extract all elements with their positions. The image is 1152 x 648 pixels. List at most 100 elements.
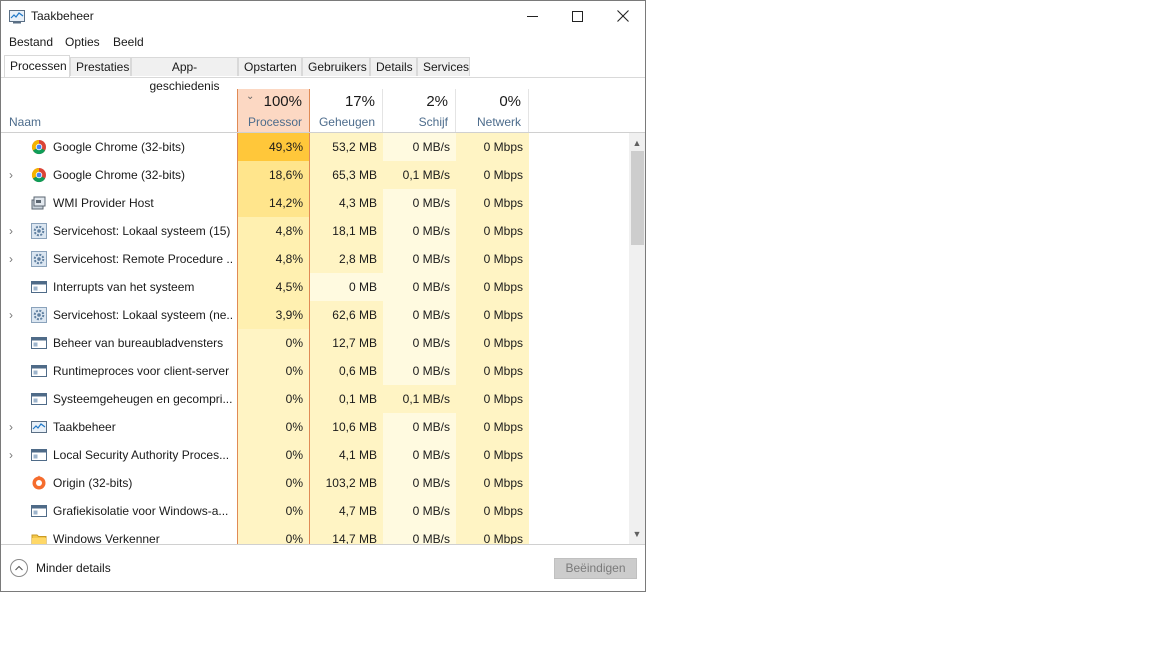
process-memory: 53,2 MB [310,133,383,161]
process-cpu: 0% [237,441,310,469]
process-cpu: 3,9% [237,301,310,329]
maximize-button[interactable] [555,1,600,31]
process-memory: 10,6 MB [310,413,383,441]
expand-chevron-icon[interactable]: › [9,161,13,189]
expand-chevron-icon[interactable]: › [9,245,13,273]
process-disk: 0 MB/s [383,245,456,273]
chrome-icon [31,167,46,183]
process-row[interactable]: › Servicehost: Remote Procedure ... 4,8% 2,… [1,245,629,273]
expand-chevron-icon[interactable]: › [9,413,13,441]
process-cpu: 49,3% [237,133,310,161]
menu-bestand[interactable]: Bestand [9,35,53,49]
column-header-memory[interactable]: 17% Geheugen [310,89,383,132]
process-cpu: 14,2% [237,189,310,217]
vertical-scrollbar[interactable]: ▲ ▼ [629,133,645,544]
gear-icon [31,307,47,323]
column-label-memory: Geheugen [318,115,375,129]
tab-prestaties[interactable]: Prestaties [70,57,131,76]
column-header-disk[interactable]: 2% Schijf [383,89,456,132]
scroll-up-icon[interactable]: ▲ [629,135,645,151]
process-name: Local Security Authority Proces... [53,448,230,462]
process-cpu: 0% [237,497,310,525]
collapse-details-icon[interactable] [10,559,28,577]
system-window-icon [31,505,47,517]
menu-beeld[interactable]: Beeld [113,35,144,49]
process-name: Google Chrome (32-bits) [53,140,186,154]
taskmanager-icon [31,421,47,433]
scrollbar-thumb[interactable] [631,151,644,245]
column-label-disk: Schijf [418,115,448,129]
cpu-total-percent: 100% [263,93,302,110]
wmi-icon [31,196,46,210]
process-cpu: 0% [237,413,310,441]
column-header-network[interactable]: 0% Netwerk [456,89,529,132]
expand-chevron-icon[interactable]: › [9,217,13,245]
process-network: 0 Mbps [456,301,529,329]
process-memory: 14,7 MB [310,525,383,544]
process-memory: 0 MB [310,273,383,301]
process-memory: 4,7 MB [310,497,383,525]
tab-details[interactable]: Details [370,57,417,76]
less-details-link[interactable]: Minder details [36,561,111,575]
column-label-cpu: Processor [247,115,302,129]
process-cpu: 0% [237,357,310,385]
process-cpu: 4,5% [237,273,310,301]
process-disk: 0,1 MB/s [383,385,456,413]
process-network: 0 Mbps [456,161,529,189]
process-row[interactable]: Grafiekisolatie voor Windows-a... 0% 4,7 M… [1,497,629,525]
tab-processen[interactable]: Processen [4,55,70,77]
process-network: 0 Mbps [456,385,529,413]
system-window-icon [31,393,47,405]
tab-opstarten[interactable]: Opstarten [238,57,302,76]
process-row[interactable]: WMI Provider Host 14,2% 4,3 MB 0 MB/s 0 Mbps [1,189,629,217]
process-disk: 0 MB/s [383,329,456,357]
process-memory: 103,2 MB [310,469,383,497]
menu-opties[interactable]: Opties [65,35,100,49]
process-row[interactable]: Google Chrome (32-bits) 49,3% 53,2 MB 0 MB/… [1,133,629,161]
process-row[interactable]: Systeemgeheugen en gecompri... 0% 0,1 MB 0,… [1,385,629,413]
process-cpu: 0% [237,525,310,544]
process-row[interactable]: Runtimeproces voor client-server 0% 0,6 MB… [1,357,629,385]
process-disk: 0 MB/s [383,441,456,469]
gear-icon [31,223,47,239]
column-label-name: Naam [9,115,42,129]
title-bar[interactable]: Taakbeheer [1,1,645,31]
process-disk: 0 MB/s [383,189,456,217]
process-memory: 2,8 MB [310,245,383,273]
expand-chevron-icon[interactable]: › [9,441,13,469]
folder-icon [31,534,47,544]
process-row[interactable]: › Google Chrome (32-bits) 18,6% 65,3 MB 0,1 … [1,161,629,189]
process-row[interactable]: Beheer van bureaubladvensters 0% 12,7 MB 0 … [1,329,629,357]
process-row[interactable]: Windows Verkenner 0% 14,7 MB 0 MB/s 0 Mbps [1,525,629,544]
tab-services[interactable]: Services [417,57,470,76]
process-row[interactable]: › Servicehost: Lokaal systeem (15) 4,8% 18,… [1,217,629,245]
maximize-icon [572,10,583,22]
footer: Minder details Beëindigen [1,545,645,591]
process-network: 0 Mbps [456,413,529,441]
tab-gebruikers[interactable]: Gebruikers [302,57,370,76]
close-button[interactable] [600,1,645,31]
process-row[interactable]: › Taakbeheer 0% 10,6 MB 0 MB/s 0 Mbps [1,413,629,441]
end-task-button[interactable]: Beëindigen [554,558,637,579]
tab-app-geschiedenis[interactable]: App-geschiedenis [131,57,238,93]
process-name: Grafiekisolatie voor Windows-a... [53,504,229,518]
process-disk: 0 MB/s [383,469,456,497]
process-row[interactable]: Origin (32-bits) 0% 103,2 MB 0 MB/s 0 Mbps [1,469,629,497]
process-row[interactable]: › Local Security Authority Proces... 0% 4,1… [1,441,629,469]
tab-bar: Processen Prestaties App-geschiedenis Op… [1,55,645,93]
process-row[interactable]: › Servicehost: Lokaal systeem (ne... 3,9% 6… [1,301,629,329]
scroll-down-icon[interactable]: ▼ [629,526,645,542]
column-header-name[interactable]: Naam [1,89,237,132]
process-row[interactable]: Interrupts van het systeem 4,5% 0 MB 0 MB/s… [1,273,629,301]
process-name: Google Chrome (32-bits) [53,168,186,182]
process-cpu: 18,6% [237,161,310,189]
taskmanager-icon [9,10,25,24]
expand-chevron-icon[interactable]: › [9,301,13,329]
process-memory: 65,3 MB [310,161,383,189]
process-memory: 4,1 MB [310,441,383,469]
column-header-cpu[interactable]: ⌄ 100% Processor [237,89,310,132]
process-network: 0 Mbps [456,329,529,357]
system-window-icon [31,365,47,377]
minimize-button[interactable] [510,1,555,31]
process-memory: 0,6 MB [310,357,383,385]
